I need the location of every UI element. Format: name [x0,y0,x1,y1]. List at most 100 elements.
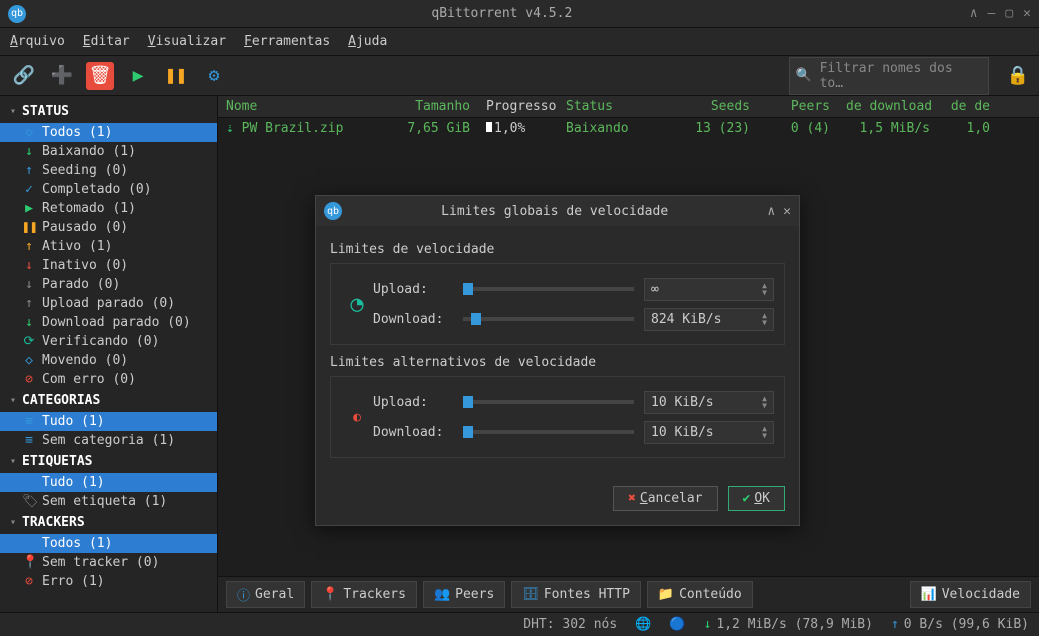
alt-download-label: Download: [373,425,453,440]
sidebar-item-status-9[interactable]: ↑Upload parado (0) [0,294,217,313]
sidebar-item-trackers-2[interactable]: ⊘ Erro (1) [0,572,217,591]
alt-upload-spinbox[interactable]: 10 KiB/s▲▼ [644,391,774,414]
upload-label: Upload: [373,282,453,297]
sidebar-header-categories[interactable]: CATEGORIAS [0,389,217,412]
sidebar-header-trackers[interactable]: TRACKERS [0,511,217,534]
sidebar-item-categories-1[interactable]: ≡ Sem categoria (1) [0,431,217,450]
altspeed-icon[interactable]: 🔵 [669,617,685,632]
table-row[interactable]: ⇣ PW Brazil.zip 7,65 GiB 1,0% Baixando 1… [218,118,1039,138]
col-name[interactable]: Nome [218,97,398,116]
dialog-titlebar[interactable]: qb Limites globais de velocidade ∧ ✕ [316,196,799,226]
delete-button[interactable]: 🗑 [86,62,114,90]
sidebar-item-tags-0[interactable]: Tudo (1) [0,473,217,492]
sidebar-item-status-5[interactable]: ❚❚Pausado (0) [0,218,217,237]
down-arrow-icon: ↓ [704,617,712,632]
menu-tools[interactable]: Ferramentas [244,34,330,49]
cancel-button[interactable]: ✖Cancelar [613,486,717,511]
rollup-icon[interactable]: ∧ [970,6,978,21]
col-download[interactable]: de download [838,97,938,116]
lock-icon[interactable]: 🔒 [1007,65,1029,86]
resume-button[interactable]: ▶ [124,62,152,90]
add-link-button[interactable]: 🔗 [10,62,38,90]
menu-file[interactable]: Arquivo [10,34,65,49]
sidebar-item-label: Ativo (1) [42,239,112,254]
connection-icon[interactable]: 🌐 [635,617,651,632]
sidebar-item-label: Erro (1) [42,574,105,589]
add-torrent-button[interactable]: ➕ [48,62,76,90]
download-label: Download: [373,312,453,327]
search-icon: 🔍 [796,68,812,83]
sidebar-item-status-12[interactable]: ◇Movendo (0) [0,351,217,370]
menu-help[interactable]: Ajuda [348,34,387,49]
sidebar-header-status[interactable]: STATUS [0,100,217,123]
sidebar-item-label: Sem categoria (1) [42,433,175,448]
sidebar-item-status-10[interactable]: ↓Download parado (0) [0,313,217,332]
col-rest[interactable]: de de [938,97,998,116]
sidebar-item-tags-1[interactable]: 🏷Sem etiqueta (1) [0,492,217,511]
tab-general[interactable]: ⓘGeral [226,581,305,608]
tab-peers[interactable]: 👥Peers [423,581,505,608]
download-slider[interactable] [463,317,634,321]
sidebar-item-status-3[interactable]: ✓Completado (0) [0,180,217,199]
maximize-icon[interactable]: ▢ [1005,6,1013,21]
sidebar-item-status-1[interactable]: ↓Baixando (1) [0,142,217,161]
col-progress[interactable]: Progresso [478,97,558,116]
dialog-rollup-icon[interactable]: ∧ [767,204,775,219]
ok-button[interactable]: ✔OK [728,486,785,511]
col-peers[interactable]: Peers [758,97,838,116]
sidebar-item-status-7[interactable]: ↓Inativo (0) [0,256,217,275]
alt-upload-label: Upload: [373,395,453,410]
bottom-tabs: ⓘGeral 📍Trackers 👥Peers 🗄Fontes HTTP 📁Co… [218,576,1039,612]
sidebar-item-label: Download parado (0) [42,315,191,330]
download-spinbox[interactable]: 824 KiB/s▲▼ [644,308,774,331]
sidebar-item-icon: ↑ [22,239,36,254]
close-icon[interactable]: ✕ [1023,6,1031,21]
sidebar-item-status-2[interactable]: ↑Seeding (0) [0,161,217,180]
upload-speed[interactable]: ↑0 B/s (99,6 KiB) [891,617,1029,632]
tab-content[interactable]: 📁Conteúdo [647,581,753,608]
menu-edit[interactable]: Editar [83,34,130,49]
sidebar-item-status-0[interactable]: ◇Todos (1) [0,123,217,142]
sidebar-item-icon: ≡ [22,433,36,448]
menu-view[interactable]: Visualizar [148,34,226,49]
sidebar-item-trackers-0[interactable]: Todos (1) [0,534,217,553]
sidebar-item-label: Com erro (0) [42,372,136,387]
speed-icon: 📊 [921,587,937,602]
minimize-icon[interactable]: — [988,6,996,21]
sidebar-item-icon: ⟳ [22,334,36,349]
download-speed[interactable]: ↓1,2 MiB/s (78,9 MiB) [704,617,873,632]
upload-spinbox[interactable]: ∞▲▼ [644,278,774,301]
tab-http[interactable]: 🗄Fontes HTTP [511,581,641,608]
settings-button[interactable]: ⚙ [200,62,228,90]
dialog-title: Limites globais de velocidade [342,204,767,219]
sidebar-item-status-13[interactable]: ⊘Com erro (0) [0,370,217,389]
col-seeds[interactable]: Seeds [658,97,758,116]
sidebar-item-icon: ↓ [22,277,36,292]
sidebar-item-status-11[interactable]: ⟳Verificando (0) [0,332,217,351]
dialog-close-icon[interactable]: ✕ [783,204,791,219]
alt-download-slider[interactable] [463,430,634,434]
alt-download-spinbox[interactable]: 10 KiB/s▲▼ [644,421,774,444]
sidebar-item-status-4[interactable]: ▶Retomado (1) [0,199,217,218]
pause-button[interactable]: ❚❚ [162,62,190,90]
col-size[interactable]: Tamanho [398,97,478,116]
table-header: Nome Tamanho Progresso Status Seeds Peer… [218,96,1039,118]
sidebar-item-status-6[interactable]: ↑ Ativo (1) [0,237,217,256]
sidebar-item-label: Todos (1) [42,125,112,140]
alt-upload-slider[interactable] [463,400,634,404]
tab-speed[interactable]: 📊Velocidade [910,581,1031,608]
sidebar-item-icon: ⊘ [22,574,36,589]
sidebar-item-label: Sem tracker (0) [42,555,159,570]
sidebar-item-categories-0[interactable]: ≡Tudo (1) [0,412,217,431]
upload-slider[interactable] [463,287,634,291]
titlebar: qb qBittorrent v4.5.2 ∧ — ▢ ✕ [0,0,1039,28]
ok-icon: ✔ [743,491,751,506]
tab-trackers[interactable]: 📍Trackers [311,581,417,608]
search-input[interactable]: 🔍 Filtrar nomes dos to… [789,57,989,95]
sidebar-item-status-8[interactable]: ↓Parado (0) [0,275,217,294]
speed-limits-dialog: qb Limites globais de velocidade ∧ ✕ Lim… [315,195,800,526]
col-status[interactable]: Status [558,97,658,116]
sidebar-item-icon: ✓ [22,182,36,197]
sidebar-item-trackers-1[interactable]: 📍Sem tracker (0) [0,553,217,572]
sidebar-header-tags[interactable]: ETIQUETAS [0,450,217,473]
